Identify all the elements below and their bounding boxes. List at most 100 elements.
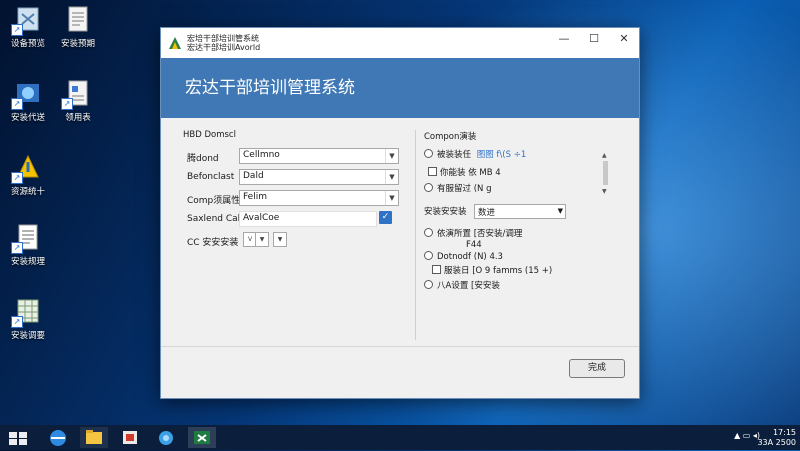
window-title-line2: 宏达干部培训Avorld [187, 43, 261, 52]
component-dropdown[interactable]: 数进 ▼ [474, 204, 566, 219]
start-button[interactable] [6, 429, 30, 447]
app-logo-icon [167, 35, 183, 51]
setting-text-field[interactable]: AvalCoe [239, 211, 377, 227]
radio-button[interactable] [424, 183, 433, 192]
desktop-icon-label: 设备预览 [10, 39, 45, 49]
setting-label: Saxlend Cal [187, 214, 241, 224]
component-option[interactable]: 服装日 [O 9 famms (15 +) [424, 264, 630, 277]
chevron-down-icon: ▼ [385, 149, 398, 163]
desktop-icon-label: 安装预期 [60, 39, 95, 49]
setting-row: Befonclast Dald ▼ [183, 167, 403, 188]
desktop-icon-3[interactable]: ↗ 安装代送 [4, 78, 52, 123]
form-icon: ↗ [61, 78, 93, 110]
radio-button[interactable] [424, 251, 433, 260]
right-components-group: Compon演装 ▲ ▼ 被装装任 图图 f\(S ÷1 你能装 依 MB 4 … [415, 130, 630, 340]
desktop-icon-label: 安装调要 [10, 331, 45, 341]
internet-explorer-icon[interactable] [44, 427, 72, 448]
spin-up-button[interactable]: ▼ [273, 232, 287, 247]
setting-label: CC 安安安装 [187, 238, 239, 248]
training-app-taskbar-icon[interactable] [188, 427, 216, 448]
desktop-icon-7[interactable]: ↗ 安装调要 [4, 296, 52, 341]
title-bar[interactable]: 宏培干部培训管系统 宏达干部培训Avorld — ☐ ✕ [161, 28, 639, 58]
option-label: Dotnodf (N) 4.3 [437, 252, 503, 262]
setting-row: CC 安安安装 V ▼ ▼ [183, 230, 403, 251]
system-tray[interactable]: ▲ ▭ ◂) [734, 431, 760, 440]
window-title-line1: 宏培干部培训管系统 [187, 34, 259, 43]
field-value: AvalCoe [243, 213, 280, 223]
setting-dropdown[interactable]: Cellmno ▼ [239, 148, 399, 164]
component-option[interactable]: 被装装任 图图 f\(S ÷1 [424, 148, 630, 161]
desktop-icon-4[interactable]: ↗ 领用表 [54, 78, 102, 123]
document-icon [63, 4, 93, 34]
component-option[interactable]: 依演所置 [否安装/调理 [424, 227, 630, 240]
spin-down-button[interactable]: ▼ [255, 232, 269, 247]
group-title: Compon演装 [424, 132, 477, 142]
dropdown-value: Felim [243, 192, 267, 202]
option-detail: F44 [466, 240, 482, 250]
component-option[interactable]: 有服留过 (N g [424, 182, 630, 195]
option-label: 依演所置 [否安装/调理 [437, 229, 523, 239]
component-option[interactable]: Dotnodf (N) 4.3 [424, 251, 630, 264]
chevron-down-icon: ▼ [557, 207, 563, 215]
setting-dropdown[interactable]: Dald ▼ [239, 169, 399, 185]
option-label: 有服留过 (N g [437, 184, 492, 194]
radio-button[interactable] [424, 149, 433, 158]
clock-date: 33A 2500 [757, 438, 796, 447]
setting-row: 腾dond Cellmno ▼ [183, 146, 403, 167]
chevron-down-icon: ▼ [385, 170, 398, 184]
desktop-icon-label: 资源统十 [10, 187, 45, 197]
network-icon[interactable] [152, 427, 180, 448]
component-option[interactable]: 八A设置 [安安装 [424, 279, 630, 292]
checkbox[interactable] [432, 265, 441, 274]
clock[interactable]: 17:15 33A 2500 [757, 428, 796, 448]
group-title: HBD Domscl [183, 130, 236, 140]
left-settings-group: HBD Domscl 腾dond Cellmno ▼ Befonclast Da… [183, 130, 403, 251]
desktop-icon-label: 安装代送 [10, 113, 45, 123]
desktop-icon-2[interactable]: 安装预期 [54, 4, 102, 49]
setting-row: Comp须属性 Felim ▼ [183, 188, 403, 209]
radio-button[interactable] [424, 228, 433, 237]
option-detail-row: F44 [424, 240, 630, 251]
footer-divider [161, 346, 639, 347]
option-label: 安装安安装 [424, 207, 467, 217]
taskbar: ▲ ▭ ◂) 17:15 33A 2500 [0, 425, 800, 450]
file-explorer-icon[interactable] [80, 427, 108, 448]
maximize-button[interactable]: ☐ [579, 28, 609, 50]
desktop-icon-5[interactable]: ↗ 资源统十 [4, 152, 52, 197]
media-player-icon[interactable] [116, 427, 144, 448]
option-detail: 图图 f\(S ÷1 [476, 150, 527, 160]
window-title: 宏培干部培训管系统 宏达干部培训Avorld [187, 34, 260, 52]
desktop-icon-label: 领用表 [65, 113, 91, 123]
setup-icon: ↗ [11, 78, 43, 110]
spreadsheet-icon: ↗ [11, 296, 43, 328]
setting-label: 腾dond [187, 154, 219, 164]
clock-time: 17:15 [772, 428, 796, 437]
setting-checkbox[interactable]: ✓ [379, 211, 392, 224]
setting-label: Comp须属性 [187, 196, 241, 206]
chevron-down-icon: ▼ [385, 191, 398, 205]
desktop-icon-6[interactable]: ↗ 安装规理 [4, 222, 52, 267]
minimize-button[interactable]: — [549, 28, 579, 50]
app-header: 宏达干部培训管理系统 [161, 58, 639, 118]
setting-dropdown[interactable]: Felim ▼ [239, 190, 399, 206]
chart-icon: ↗ [11, 152, 43, 184]
option-label: 你能装 依 MB 4 [440, 168, 501, 178]
checkbox[interactable] [428, 167, 437, 176]
document-icon: ↗ [11, 222, 43, 254]
ok-button[interactable]: 完成 [569, 359, 625, 378]
desktop-icon-1[interactable]: ↗ 设备预览 [4, 4, 52, 49]
component-dropdown-row: 安装安安装 数进 ▼ [424, 204, 630, 219]
app-window: 宏培干部培训管系统 宏达干部培训Avorld — ☐ ✕ 宏达干部培训管理系统 … [160, 27, 640, 399]
option-label: 服装日 [O 9 famms (15 +) [444, 266, 553, 276]
dropdown-value: Dald [243, 171, 264, 181]
close-button[interactable]: ✕ [609, 28, 639, 50]
recycle-icon: ↗ [11, 4, 43, 36]
dropdown-value: Cellmno [243, 150, 280, 160]
desktop-icon-label: 安装规理 [10, 257, 45, 267]
component-option[interactable]: 你能装 依 MB 4 [424, 166, 630, 179]
option-label: 被装装任 [437, 150, 472, 160]
radio-button[interactable] [424, 280, 433, 289]
option-label: 八A设置 [安安装 [437, 281, 500, 291]
dropdown-value: 数进 [478, 208, 496, 218]
setting-label: Befonclast [187, 172, 235, 182]
